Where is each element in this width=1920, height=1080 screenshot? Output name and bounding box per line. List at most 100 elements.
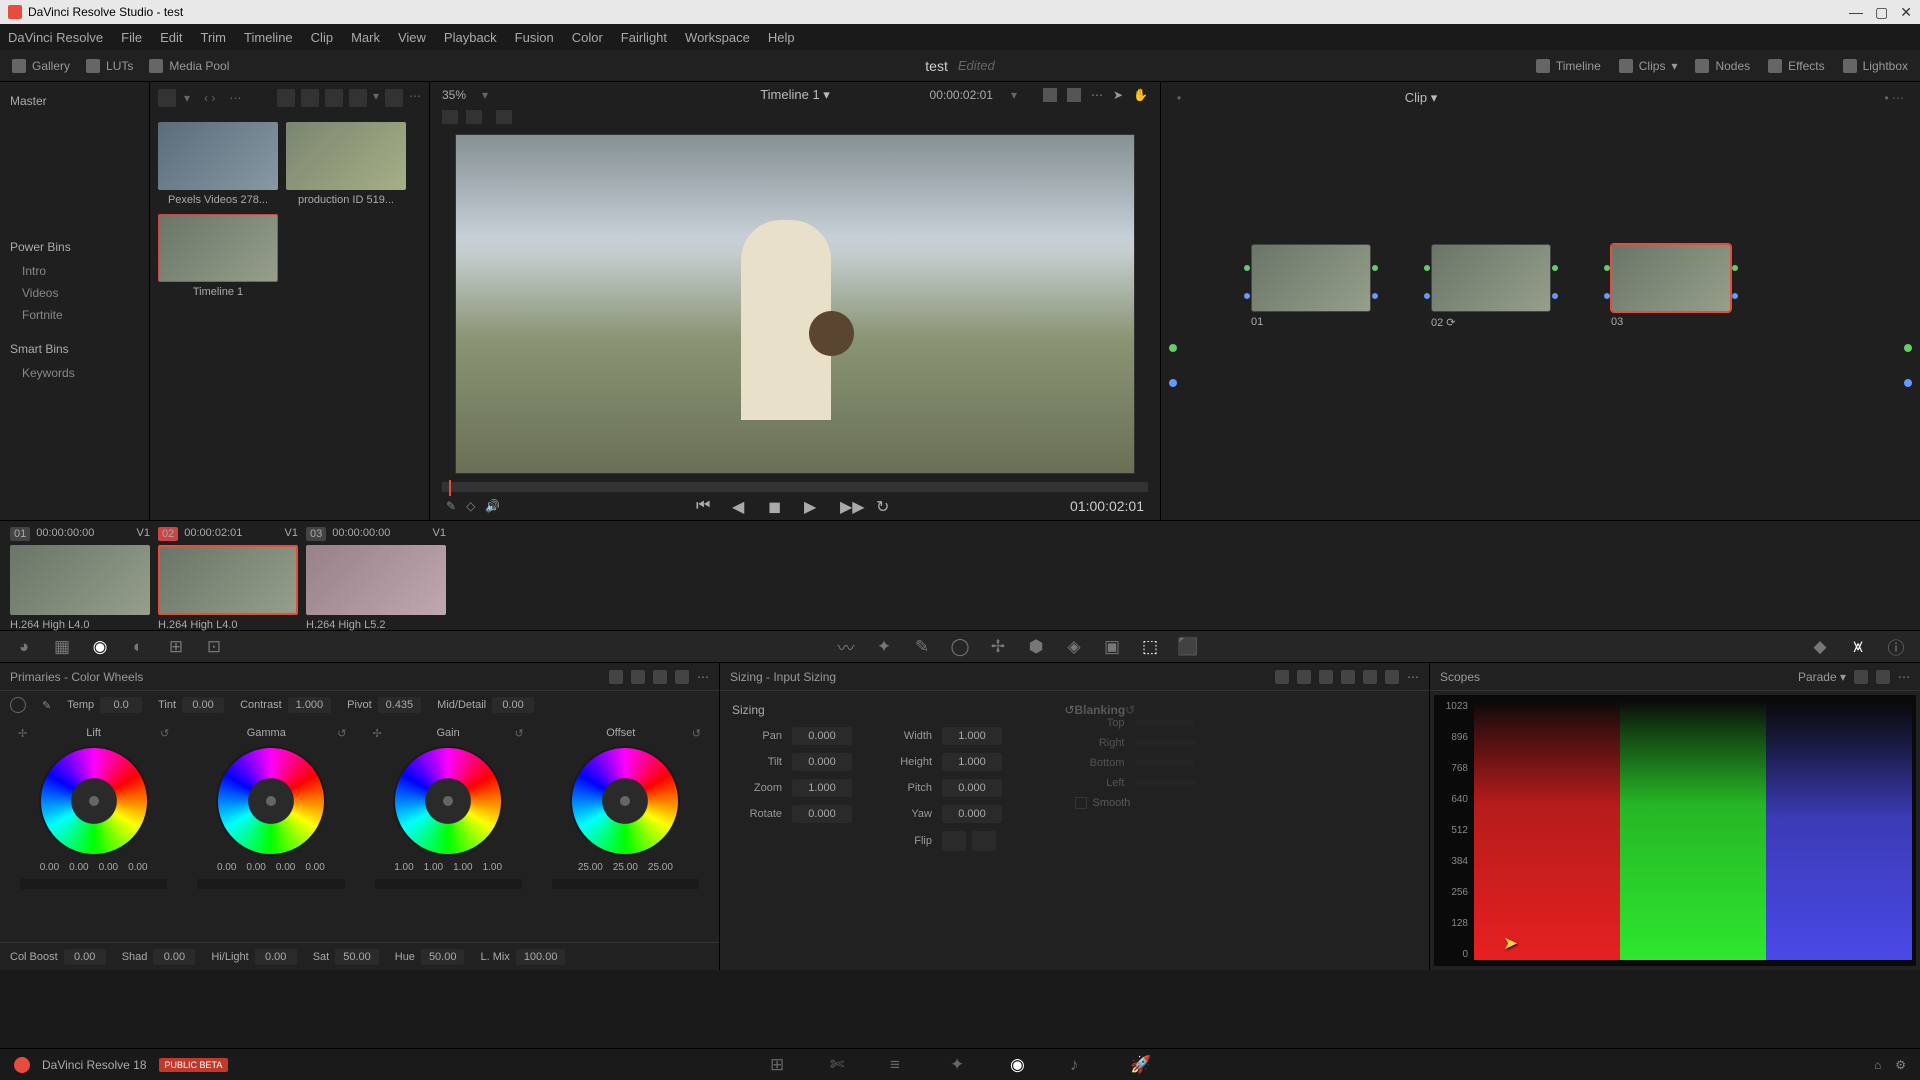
- tint-value[interactable]: 0.00: [182, 697, 224, 713]
- scopes-icon[interactable]: ⩙: [1848, 637, 1868, 657]
- custom-curves-icon[interactable]: ▦: [52, 637, 72, 657]
- menu-help[interactable]: Help: [768, 30, 795, 45]
- sizing-ref-icon[interactable]: [1363, 670, 1377, 684]
- menu-fairlight[interactable]: Fairlight: [621, 30, 667, 45]
- temp-value[interactable]: 0.0: [100, 697, 142, 713]
- deliver-page-icon[interactable]: 🚀: [1130, 1055, 1150, 1075]
- color-page-icon[interactable]: ◉: [1010, 1055, 1030, 1075]
- scope-opt-icon[interactable]: [1854, 670, 1868, 684]
- gamma-master-track[interactable]: [197, 879, 344, 889]
- menu-trim[interactable]: Trim: [201, 30, 227, 45]
- offset-color-wheel[interactable]: [570, 746, 680, 856]
- first-frame-button[interactable]: ⏮: [696, 497, 714, 515]
- tilt-value[interactable]: 0.000: [792, 753, 852, 771]
- prev-frame-button[interactable]: ◀: [732, 497, 750, 515]
- bin-fortnite[interactable]: Fortnite: [6, 304, 143, 326]
- split-icon[interactable]: [466, 110, 482, 124]
- menu-file[interactable]: File: [121, 30, 142, 45]
- menu-playback[interactable]: Playback: [444, 30, 497, 45]
- sizing-input-icon[interactable]: [1297, 670, 1311, 684]
- fusion-page-icon[interactable]: ✦: [950, 1055, 970, 1075]
- lmix-value[interactable]: 100.00: [516, 949, 566, 965]
- auto-balance-icon[interactable]: [10, 697, 26, 713]
- tracker-icon[interactable]: ✢: [988, 637, 1008, 657]
- effects-toggle[interactable]: Effects: [1768, 59, 1824, 73]
- gain-color-wheel[interactable]: [393, 746, 503, 856]
- viewer-scrubber[interactable]: [442, 482, 1148, 491]
- 3d-icon[interactable]: ⬛: [1178, 637, 1198, 657]
- info-icon[interactable]: ⓘ: [1886, 637, 1906, 657]
- menu-view[interactable]: View: [398, 30, 426, 45]
- clips-toggle[interactable]: Clips▾: [1619, 59, 1678, 73]
- sizing-node-icon[interactable]: [1341, 670, 1355, 684]
- fairlight-page-icon[interactable]: ♪: [1070, 1055, 1090, 1075]
- bin-videos[interactable]: Videos: [6, 282, 143, 304]
- timeline-clip[interactable]: 0300:00:00:00V1 H.264 High L5.2: [306, 527, 446, 624]
- timeline-toggle[interactable]: Timeline: [1536, 59, 1601, 73]
- reset-gain-icon[interactable]: ↺: [515, 727, 524, 740]
- master-bin[interactable]: Master: [6, 88, 143, 114]
- corrector-node[interactable]: 02 ⟳: [1431, 244, 1561, 329]
- bin-keywords[interactable]: Keywords: [6, 362, 143, 384]
- lift-master-track[interactable]: [20, 879, 167, 889]
- magic-mask-icon[interactable]: ⬢: [1026, 637, 1046, 657]
- home-icon[interactable]: ⌂: [1874, 1058, 1881, 1072]
- yaw-value[interactable]: 0.000: [942, 805, 1002, 823]
- menu-mark[interactable]: Mark: [351, 30, 380, 45]
- wheels-mode-icon[interactable]: [609, 670, 623, 684]
- timeline-clip[interactable]: 0100:00:00:00V1 H.264 High L4.0: [10, 527, 150, 624]
- pool-clip[interactable]: Pexels Videos 278...: [158, 122, 278, 206]
- minimize-button[interactable]: —: [1849, 4, 1863, 21]
- flag-icon[interactable]: ◇: [466, 499, 475, 513]
- colboost-value[interactable]: 0.00: [64, 949, 106, 965]
- curves-tool-icon[interactable]: 〰: [836, 637, 856, 657]
- curves-icon[interactable]: ◕: [14, 637, 34, 657]
- menu-fusion[interactable]: Fusion: [515, 30, 554, 45]
- media-page-icon[interactable]: ⊞: [770, 1055, 790, 1075]
- reset-lift-icon[interactable]: ↺: [160, 727, 169, 740]
- highlight-icon[interactable]: [442, 110, 458, 124]
- reset-icon[interactable]: [675, 670, 689, 684]
- menu-resolve[interactable]: DaVinci Resolve: [8, 30, 103, 45]
- graph-output-green[interactable]: [1904, 344, 1912, 352]
- expand-icon[interactable]: [1067, 88, 1081, 102]
- sort-icon[interactable]: [385, 89, 403, 107]
- sat-value[interactable]: 50.00: [335, 949, 379, 965]
- scope-expand-icon[interactable]: [1876, 670, 1890, 684]
- offset-master-track[interactable]: [552, 879, 699, 889]
- sizing-output-icon[interactable]: [1319, 670, 1333, 684]
- zoom-level[interactable]: 35%: [442, 88, 466, 102]
- lightbox-toggle[interactable]: Lightbox: [1843, 59, 1908, 73]
- node-mode[interactable]: Clip ▾: [1405, 90, 1438, 106]
- motion-icon[interactable]: ⊡: [204, 637, 224, 657]
- smartbins-header[interactable]: Smart Bins: [6, 336, 143, 362]
- bin-intro[interactable]: Intro: [6, 260, 143, 282]
- viewer-canvas[interactable]: [455, 134, 1135, 474]
- close-button[interactable]: ✕: [1900, 4, 1912, 21]
- maximize-button[interactable]: ▢: [1875, 4, 1888, 21]
- wheels-icon[interactable]: ◉: [90, 637, 110, 657]
- blank-top[interactable]: [1135, 720, 1195, 726]
- height-value[interactable]: 1.000: [942, 753, 1002, 771]
- rgb-mixer-icon[interactable]: ⊞: [166, 637, 186, 657]
- pool-strip-icon[interactable]: [301, 89, 319, 107]
- flip-h-button[interactable]: [942, 831, 966, 851]
- search-icon[interactable]: [349, 89, 367, 107]
- reset-gamma-icon[interactable]: ↺: [337, 727, 346, 740]
- graph-output-blue[interactable]: [1904, 379, 1912, 387]
- blank-left[interactable]: [1135, 780, 1195, 786]
- keyframe-icon[interactable]: ◆: [1810, 637, 1830, 657]
- play-button[interactable]: ▶: [804, 497, 822, 515]
- loop-button[interactable]: ↻: [876, 497, 894, 515]
- blank-right[interactable]: [1135, 740, 1195, 746]
- luts-toggle[interactable]: LUTs: [86, 59, 133, 73]
- mediapool-toggle[interactable]: Media Pool: [149, 59, 229, 73]
- sizing-edit-icon[interactable]: [1275, 670, 1289, 684]
- pan-value[interactable]: 0.000: [792, 727, 852, 745]
- viewer-source-timecode[interactable]: 00:00:02:01: [930, 88, 993, 102]
- flip-v-button[interactable]: [972, 831, 996, 851]
- picker-icon[interactable]: ✎: [42, 699, 51, 712]
- smooth-checkbox[interactable]: [1075, 797, 1087, 809]
- pool-list-icon[interactable]: [325, 89, 343, 107]
- corrector-node-selected[interactable]: 03: [1611, 244, 1741, 328]
